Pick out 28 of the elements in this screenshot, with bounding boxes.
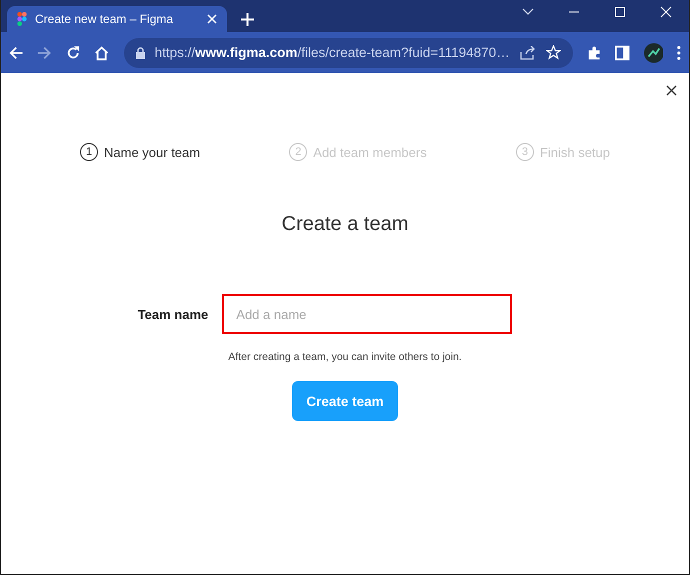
- avatar-icon[interactable]: [644, 42, 664, 64]
- new-tab-icon[interactable]: [241, 13, 254, 26]
- side-panel-icon[interactable]: [615, 44, 630, 60]
- hint-text: After creating a team, you can invite others to join.: [228, 351, 462, 363]
- figma-logo-icon: [17, 12, 27, 26]
- lock-icon: [136, 46, 145, 58]
- reload-icon[interactable]: [66, 44, 80, 60]
- step-number: 1: [80, 143, 98, 161]
- step-label: Add team members: [313, 144, 427, 160]
- page-heading: Create a team: [282, 213, 408, 236]
- home-icon[interactable]: [94, 44, 110, 60]
- close-icon[interactable]: [666, 85, 677, 96]
- puzzle-icon[interactable]: [586, 44, 602, 60]
- menu-icon[interactable]: [677, 44, 682, 60]
- back-arrow-icon[interactable]: [9, 44, 24, 60]
- address-bar[interactable]: https://www.figma.com/files/create-team?fuid=11194870…: [124, 38, 573, 68]
- team-name-field[interactable]: Add a name: [222, 294, 512, 334]
- share-icon[interactable]: [520, 46, 536, 60]
- url-text: https://www.figma.com/files/create-team?fuid=11194870…: [154, 45, 510, 60]
- tab-title: Create new team – Figma: [35, 12, 174, 26]
- step-number: 3: [516, 143, 534, 161]
- step-label: Name your team: [104, 144, 200, 160]
- field-label: Team name: [138, 306, 208, 322]
- browser-tab[interactable]: Create new team – Figma: [7, 6, 227, 32]
- star-icon[interactable]: [546, 45, 561, 60]
- forward-arrow-icon[interactable]: [37, 44, 52, 60]
- step-number: 2: [289, 143, 308, 161]
- step-label: Finish setup: [540, 144, 610, 160]
